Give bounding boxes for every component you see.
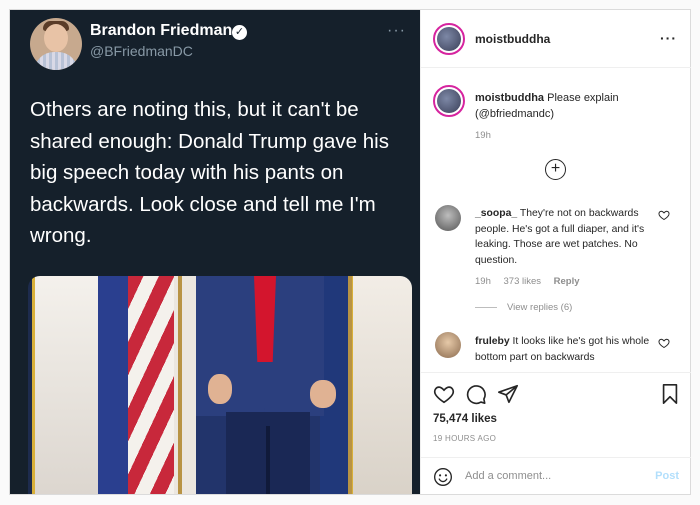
caption-timestamp: 19h <box>475 130 491 141</box>
view-replies-line <box>475 306 497 308</box>
likes-count[interactable]: 75,474 likes <box>433 413 497 425</box>
tweet-photo <box>28 276 412 494</box>
comment-username[interactable]: _soopa_ <box>475 208 517 219</box>
author-avatar[interactable] <box>433 23 465 55</box>
bookmark-icon[interactable] <box>659 383 681 405</box>
caption-avatar[interactable] <box>433 85 465 117</box>
comment-text: _soopa_ They're not on backwards people.… <box>475 206 661 268</box>
reply-button[interactable]: Reply <box>554 276 580 287</box>
heart-icon[interactable] <box>433 383 455 405</box>
comment-text: fruleby It looks like he's got his whole… <box>475 334 661 365</box>
caption-text: moistbuddha Please explain (@bfriedmandc… <box>475 90 675 122</box>
comment-avatar[interactable] <box>435 205 461 231</box>
more-dots-icon: ··· <box>387 22 406 39</box>
tweet-author-handle: @BFriedmanDC <box>90 43 193 59</box>
post-timestamp: 19 HOURS AGO <box>433 434 497 443</box>
comment-heart-icon[interactable] <box>658 337 670 349</box>
comment-meta: 19h 373 likes Reply <box>475 276 590 287</box>
comment-username[interactable]: fruleby <box>475 336 510 347</box>
post-card: Brandon Friedman ✓ @BFriedmanDC ··· Othe… <box>9 9 691 495</box>
comment-input[interactable] <box>465 465 645 487</box>
post-media[interactable]: Brandon Friedman ✓ @BFriedmanDC ··· Othe… <box>10 10 420 494</box>
tweet-text: Others are noting this, but it can't be … <box>30 98 389 247</box>
post-header: moistbuddha ··· <box>421 10 691 68</box>
comment-composer: Post <box>421 457 691 495</box>
tweet-author-name: Brandon Friedman <box>90 22 233 39</box>
load-more-comments-icon[interactable]: + <box>545 159 566 180</box>
comment-avatar[interactable] <box>435 332 461 358</box>
comment-likes[interactable]: 373 likes <box>504 276 542 287</box>
author-username[interactable]: moistbuddha <box>475 32 550 46</box>
verified-badge-icon: ✓ <box>232 25 247 40</box>
share-paper-plane-icon[interactable] <box>497 383 519 405</box>
caption-username[interactable]: moistbuddha <box>475 92 544 104</box>
view-replies-label: View replies (6) <box>507 302 573 313</box>
post-actions: 75,474 likes 19 HOURS AGO Post <box>421 372 691 494</box>
post-comment-button[interactable]: Post <box>655 470 679 482</box>
post-side-panel: moistbuddha ··· moistbuddha Please expla… <box>420 10 691 494</box>
comment-timestamp: 19h <box>475 276 491 287</box>
emoji-icon[interactable] <box>433 467 453 487</box>
more-options-icon[interactable]: ··· <box>660 30 677 46</box>
comment-heart-icon[interactable] <box>658 209 670 221</box>
tweet-avatar <box>30 18 82 70</box>
view-replies-button[interactable]: View replies (6) <box>475 302 572 313</box>
comment-bubble-icon[interactable] <box>465 383 487 405</box>
